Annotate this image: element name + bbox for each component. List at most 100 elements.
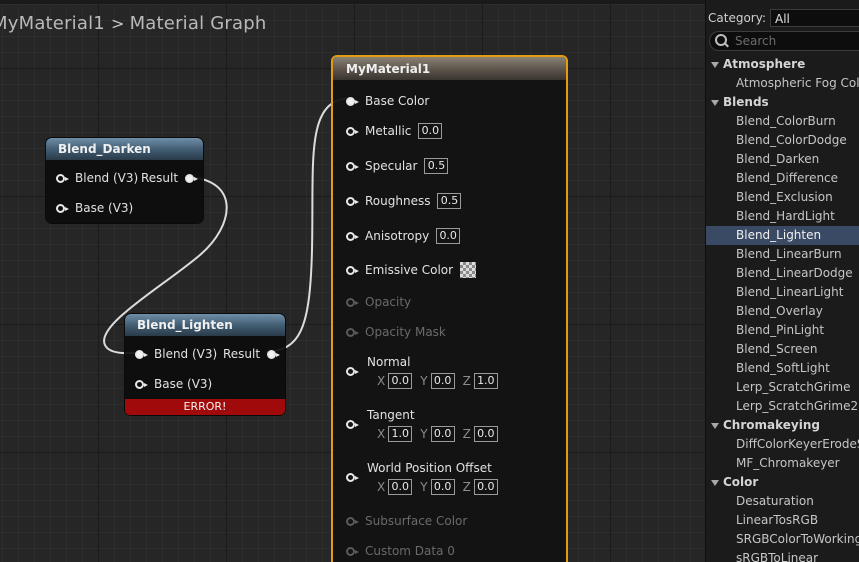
palette-item[interactable]: Blend_PinLight bbox=[706, 321, 859, 340]
palette-row-label: Blends bbox=[723, 95, 769, 109]
palette-row-label: Blend_LinearLight bbox=[736, 285, 844, 299]
input-pin-blend[interactable] bbox=[135, 349, 148, 359]
input-emissive-color: Emissive Color bbox=[346, 262, 477, 278]
axis-y-label: Y bbox=[420, 427, 428, 441]
normal-y-field[interactable]: 0.0 bbox=[430, 373, 455, 389]
palette-item[interactable]: Blend_LinearLight bbox=[706, 283, 859, 302]
palette-row-label: Lerp_ScratchGrime2 bbox=[736, 399, 859, 413]
palette-row-label: Atmospheric Fog Color bbox=[736, 76, 859, 90]
wpo-z-field[interactable]: 0.0 bbox=[473, 479, 498, 495]
error-banner: ERROR! bbox=[125, 399, 285, 415]
node-material-result[interactable]: MyMaterial1 Base Color Metallic 0.0 Spec… bbox=[331, 55, 568, 562]
wpo-x-field[interactable]: 0.0 bbox=[388, 479, 413, 495]
palette-item[interactable]: Atmospheric Fog Color bbox=[706, 74, 859, 93]
metallic-value-field[interactable]: 0.0 bbox=[418, 123, 443, 139]
palette-item[interactable]: sRGBToLinear bbox=[706, 549, 859, 562]
wpo-y-field[interactable]: 0.0 bbox=[430, 479, 455, 495]
node-blend-darken[interactable]: Blend_Darken Blend (V3) Result Base (V3) bbox=[46, 138, 203, 223]
expand-arrow-icon[interactable] bbox=[711, 62, 719, 68]
palette-row-label: Blend_PinLight bbox=[736, 323, 825, 337]
palette-item[interactable]: Blend_Lighten bbox=[706, 226, 859, 245]
input-pin-metallic[interactable] bbox=[346, 126, 359, 136]
input-pin-subsurface-color bbox=[346, 516, 359, 526]
input-label: Base Color bbox=[365, 94, 430, 108]
input-label: Custom Data 0 bbox=[365, 544, 455, 558]
palette-item[interactable]: LinearTosRGB bbox=[706, 511, 859, 530]
tangent-y-field[interactable]: 0.0 bbox=[430, 426, 455, 442]
pin-row-base: Base (V3) bbox=[56, 201, 133, 215]
palette-row-label: SRGBColorToWorkingColor bbox=[736, 532, 859, 546]
node-blend-lighten[interactable]: Blend_Lighten Blend (V3) Result Base (V3… bbox=[125, 314, 285, 415]
palette-item[interactable]: Blend_LinearBurn bbox=[706, 245, 859, 264]
pin-row-blend: Blend (V3) bbox=[135, 347, 217, 361]
graph-top-strip bbox=[0, 0, 705, 4]
palette-item[interactable]: Blend_ColorBurn bbox=[706, 112, 859, 131]
palette-item[interactable]: Blend_Darken bbox=[706, 150, 859, 169]
material-graph-canvas[interactable]: MyMaterial1 > Material Graph Blend_Darken … bbox=[0, 0, 705, 562]
node-title: Blend_Lighten bbox=[125, 314, 285, 336]
input-label: Roughness bbox=[365, 194, 431, 208]
input-label: Metallic bbox=[365, 124, 412, 138]
input-pin-specular[interactable] bbox=[346, 161, 359, 171]
palette-item[interactable]: Blend_Screen bbox=[706, 340, 859, 359]
palette-search-input[interactable]: Search bbox=[709, 31, 859, 51]
palette-item[interactable]: Blend_SoftLight bbox=[706, 359, 859, 378]
normal-x-field[interactable]: 0.0 bbox=[388, 373, 413, 389]
specular-value-field[interactable]: 0.5 bbox=[424, 158, 449, 174]
input-pin-anisotropy[interactable] bbox=[346, 231, 359, 241]
palette-item[interactable]: Blend_ColorDodge bbox=[706, 131, 859, 150]
node-title: Blend_Darken bbox=[46, 138, 203, 160]
input-pin-base[interactable] bbox=[135, 379, 148, 389]
breadcrumb: MyMaterial1 > Material Graph bbox=[0, 13, 266, 34]
input-pin-normal[interactable] bbox=[346, 367, 359, 376]
expand-arrow-icon[interactable] bbox=[711, 480, 719, 486]
emissive-color-swatch[interactable] bbox=[460, 262, 477, 278]
category-dropdown[interactable]: All bbox=[769, 9, 859, 27]
input-pin-base-color[interactable] bbox=[346, 96, 359, 106]
input-pin-tangent[interactable] bbox=[346, 420, 359, 429]
palette-item[interactable]: Lerp_ScratchGrime2 bbox=[706, 397, 859, 416]
palette-item[interactable]: Blend_Difference bbox=[706, 169, 859, 188]
breadcrumb-asset[interactable]: MyMaterial1 bbox=[0, 13, 105, 34]
palette-item[interactable]: MF_Chromakeyer bbox=[706, 454, 859, 473]
tangent-x-field[interactable]: 1.0 bbox=[388, 426, 413, 442]
palette-item[interactable]: SRGBColorToWorkingColor bbox=[706, 530, 859, 549]
palette-category[interactable]: Atmosphere bbox=[706, 55, 859, 74]
expand-arrow-icon[interactable] bbox=[711, 100, 719, 106]
palette-row-label: LinearTosRGB bbox=[736, 513, 819, 527]
category-label: Category: bbox=[708, 11, 766, 25]
palette-row-label: sRGBToLinear bbox=[736, 551, 819, 562]
input-pin-base[interactable] bbox=[56, 203, 69, 213]
axis-x-label: X bbox=[377, 480, 386, 494]
roughness-value-field[interactable]: 0.5 bbox=[437, 193, 462, 209]
palette-item[interactable]: Blend_HardLight bbox=[706, 207, 859, 226]
input-pin-emissive-color[interactable] bbox=[346, 265, 359, 275]
input-pin-blend[interactable] bbox=[56, 173, 69, 183]
input-base-color: Base Color bbox=[346, 94, 429, 108]
palette-item[interactable]: Desaturation bbox=[706, 492, 859, 511]
palette-item[interactable]: DiffColorKeyerErodeSoft bbox=[706, 435, 859, 454]
palette-item[interactable]: Blend_LinearDodge bbox=[706, 264, 859, 283]
input-pin-roughness[interactable] bbox=[346, 196, 359, 206]
input-label: Anisotropy bbox=[365, 229, 430, 243]
search-icon bbox=[715, 34, 729, 48]
input-pin-world-position-offset[interactable] bbox=[346, 473, 359, 482]
palette-item[interactable]: Lerp_ScratchGrime bbox=[706, 378, 859, 397]
palette-row-label: Blend_Overlay bbox=[736, 304, 823, 318]
palette-row-label: Blend_HardLight bbox=[736, 209, 835, 223]
palette-item[interactable]: Blend_Overlay bbox=[706, 302, 859, 321]
normal-z-field[interactable]: 1.0 bbox=[473, 373, 498, 389]
expand-arrow-icon[interactable] bbox=[711, 423, 719, 429]
pin-row-base: Base (V3) bbox=[135, 377, 212, 391]
output-pin-result[interactable] bbox=[267, 349, 281, 359]
input-world-position-offset bbox=[346, 473, 359, 482]
tangent-z-field[interactable]: 0.0 bbox=[473, 426, 498, 442]
anisotropy-value-field[interactable]: 0.0 bbox=[436, 228, 461, 244]
output-pin-result[interactable] bbox=[185, 173, 199, 183]
breadcrumb-graph[interactable]: Material Graph bbox=[130, 13, 267, 34]
palette-category[interactable]: Blends bbox=[706, 93, 859, 112]
palette-panel: Category: All Search Atmosphere Atmospher… bbox=[705, 0, 859, 562]
palette-category[interactable]: Chromakeying bbox=[706, 416, 859, 435]
palette-category[interactable]: Color bbox=[706, 473, 859, 492]
palette-item[interactable]: Blend_Exclusion bbox=[706, 188, 859, 207]
